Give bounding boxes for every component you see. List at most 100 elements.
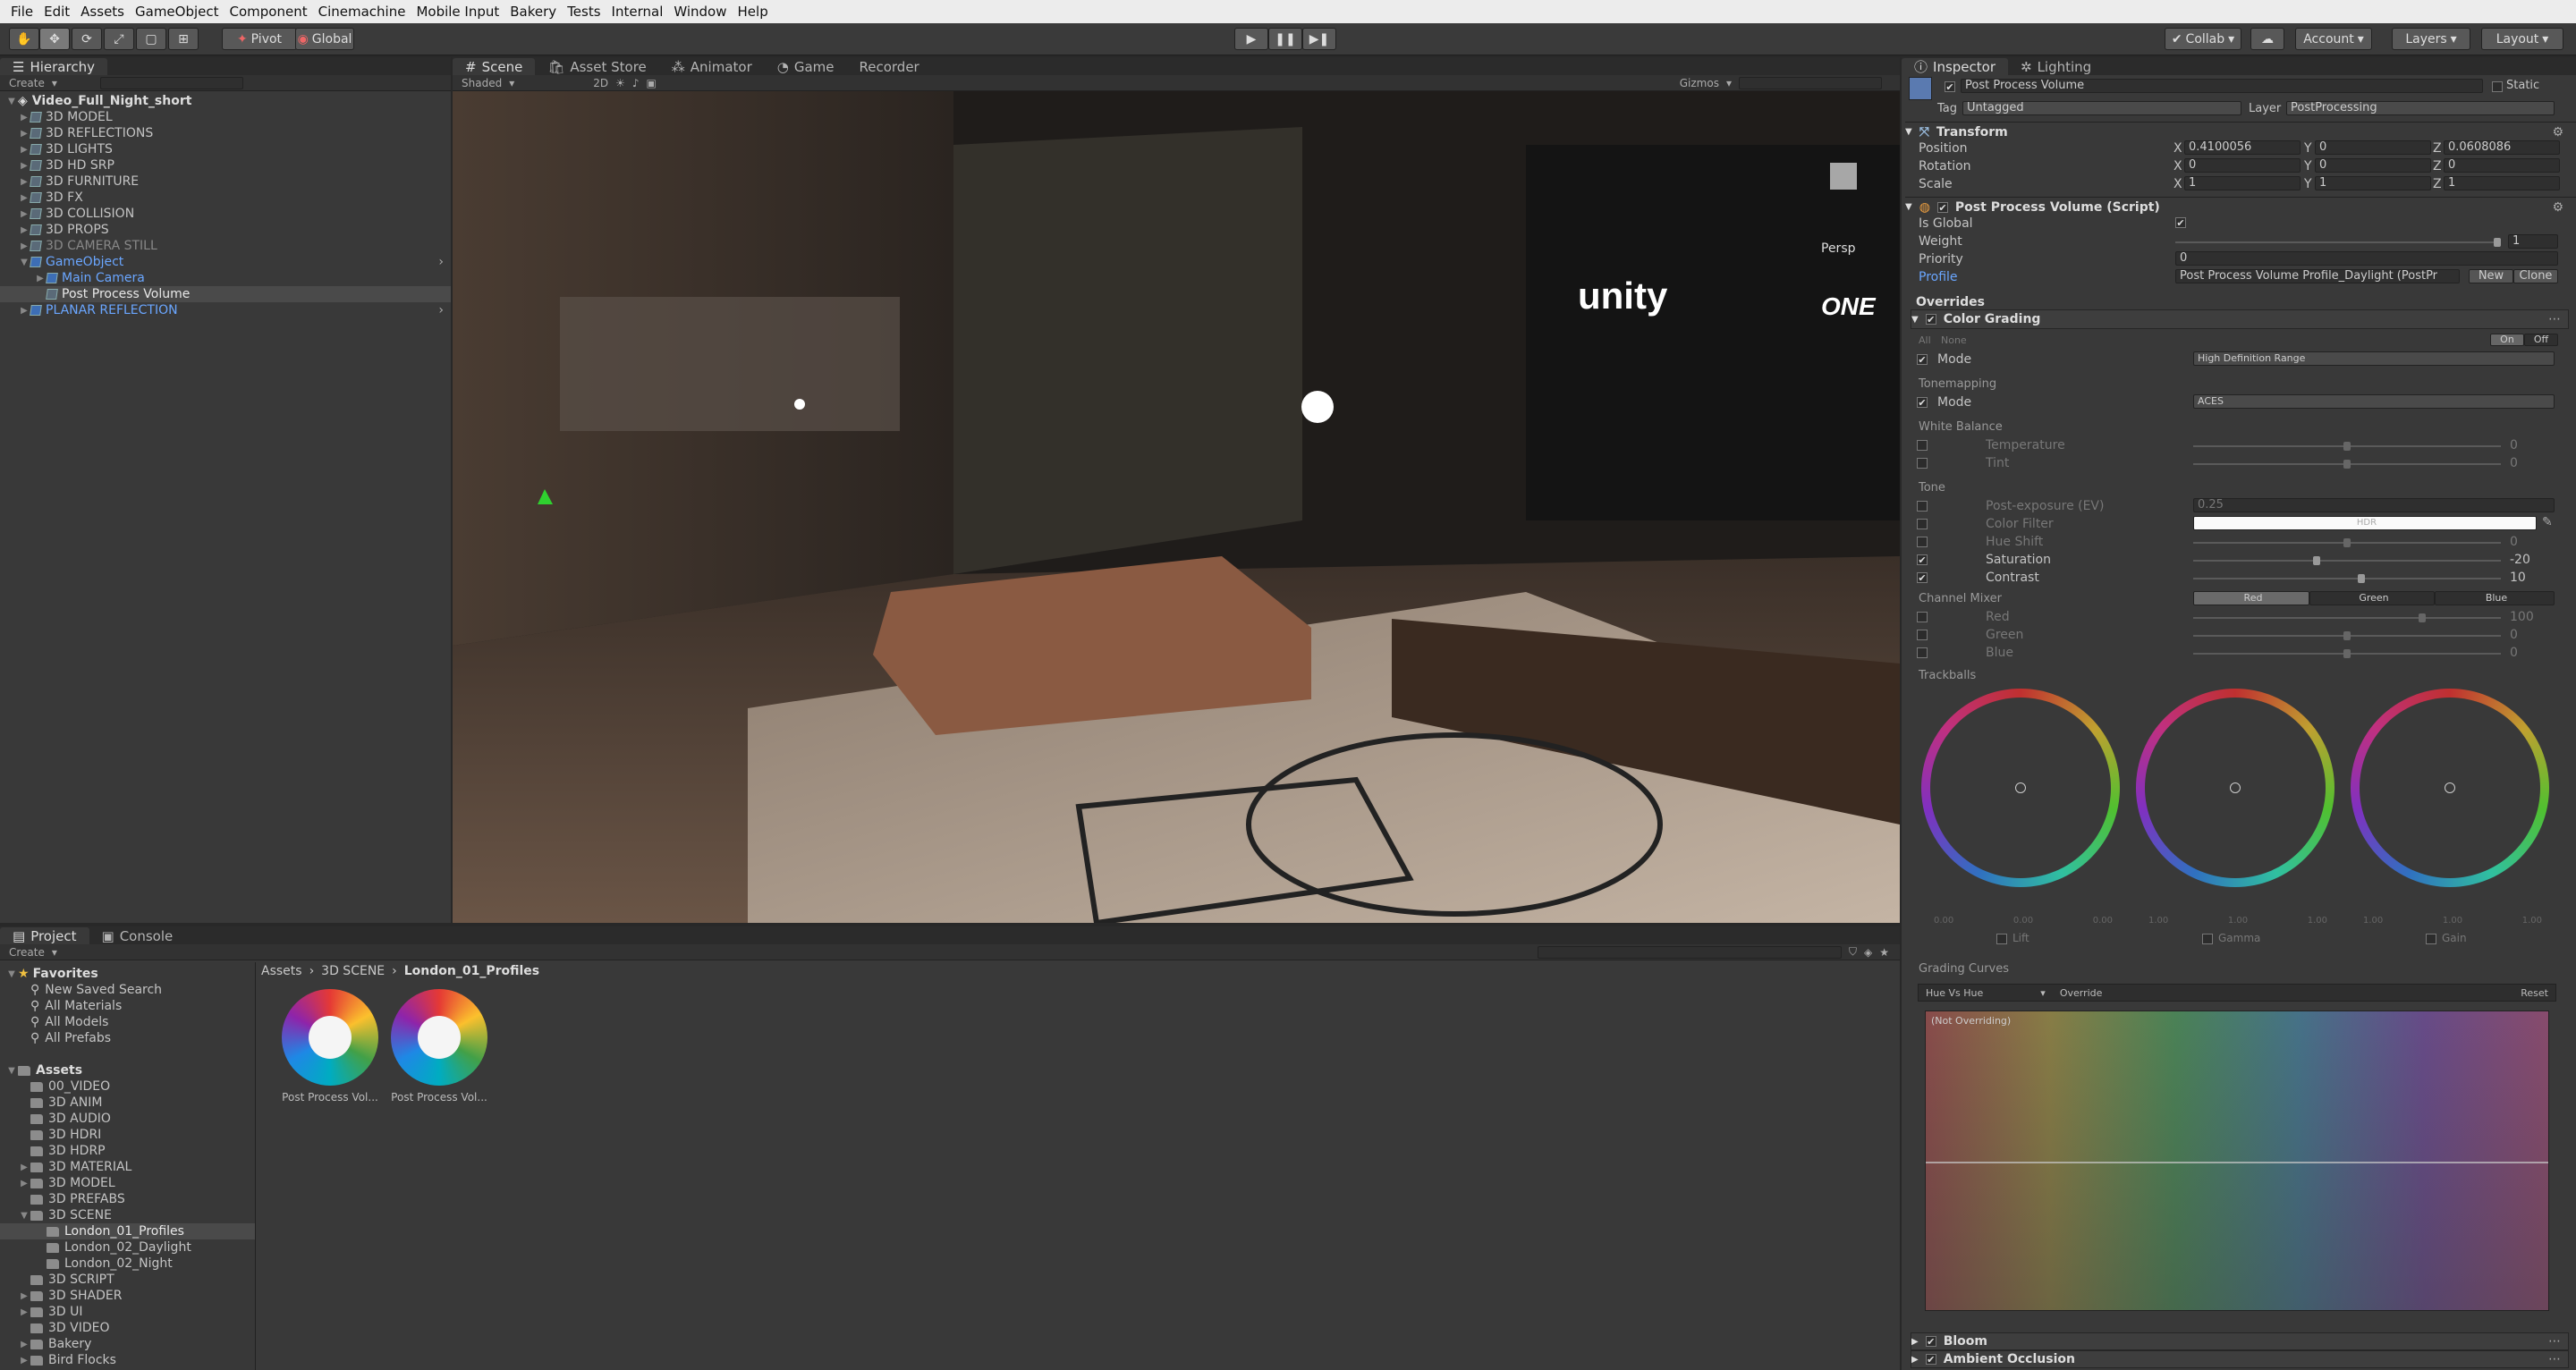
filter-label-icon[interactable]: ◈ — [1864, 946, 1872, 959]
folder-item[interactable]: ▶ Bird Flocks — [0, 1352, 255, 1368]
temperature-slider-knob[interactable] — [2343, 442, 2351, 451]
menu-component[interactable]: Component — [225, 4, 313, 20]
color-filter-override-checkbox[interactable] — [1917, 519, 1928, 529]
red-value[interactable]: 100 — [2510, 610, 2534, 624]
weight-slider-knob[interactable] — [2494, 238, 2501, 247]
favorites-row[interactable]: ▼ ★ Favorites — [0, 966, 255, 982]
curve-select-dropdown[interactable]: Hue Vs Hue — [1926, 987, 1983, 999]
hue-shift-slider-knob[interactable] — [2343, 538, 2351, 547]
audio-toggle-icon[interactable]: ♪ — [632, 77, 640, 89]
menu-help[interactable]: Help — [733, 4, 774, 20]
position-y-field[interactable]: 0 — [2315, 140, 2431, 155]
hierarchy-item[interactable]: ▶ 3D PROPS — [0, 222, 451, 238]
hierarchy-item[interactable]: ▶ 3D CAMERA STILL — [0, 238, 451, 254]
green-override-checkbox[interactable] — [1917, 630, 1928, 640]
saturation-slider[interactable] — [2193, 560, 2501, 562]
scale-y-field[interactable]: 1 — [2315, 176, 2431, 190]
curve-reset-button[interactable]: Reset — [2521, 987, 2548, 999]
menu-window[interactable]: Window — [668, 4, 732, 20]
red-override-checkbox[interactable] — [1917, 612, 1928, 622]
channel-green-tab[interactable]: Green — [2309, 591, 2435, 605]
pivot-toggle[interactable]: ✦ Pivot — [222, 28, 297, 50]
scene-viewport[interactable]: unity ONE Persp — [453, 91, 1900, 923]
blue-slider-knob[interactable] — [2343, 649, 2351, 658]
contrast-slider[interactable] — [2193, 578, 2501, 579]
menu-tests[interactable]: Tests — [562, 4, 606, 20]
temperature-value[interactable]: 0 — [2510, 438, 2518, 452]
scale-x-field[interactable]: 1 — [2184, 176, 2301, 190]
folder-item[interactable]: 00_VIDEO — [0, 1078, 255, 1095]
folder-item[interactable]: 3D VIDEO — [0, 1320, 255, 1336]
tab-asset-store[interactable]: 🛍 Asset Store — [535, 58, 658, 75]
curve-editor[interactable]: (Not Overriding) — [1925, 1011, 2549, 1311]
folder-item[interactable]: ▶ Bakery — [0, 1336, 255, 1352]
component-menu-icon[interactable]: ⚙ — [2552, 125, 2563, 140]
hierarchy-item-planar-reflection[interactable]: ▶ PLANAR REFLECTION › — [0, 302, 451, 318]
favorite-item[interactable]: ⚲ All Prefabs — [0, 1030, 255, 1046]
scene-gizmo-icon[interactable] — [1830, 163, 1857, 190]
hierarchy-item-main-camera[interactable]: ▶ Main Camera — [0, 270, 451, 286]
tag-dropdown[interactable]: Untagged — [1962, 101, 2241, 115]
weight-field[interactable]: 1 — [2508, 234, 2558, 249]
hierarchy-item[interactable]: ▶ 3D MODEL — [0, 109, 451, 125]
layout-dropdown[interactable]: Layout ▾ — [2481, 28, 2563, 50]
folder-item[interactable]: ▶ 3D MODEL — [0, 1175, 255, 1191]
tonemapping-mode-dropdown[interactable]: ACES — [2193, 394, 2555, 409]
folder-item[interactable]: London_02_Night — [0, 1256, 255, 1272]
gizmos-dropdown[interactable]: Gizmos — [1680, 77, 1719, 89]
position-x-field[interactable]: 0.4100056 — [2184, 140, 2301, 155]
menu-assets[interactable]: Assets — [75, 4, 130, 20]
gamma-override-checkbox[interactable] — [2202, 934, 2213, 944]
tab-animator[interactable]: ⁂ Animator — [659, 58, 765, 75]
bloom-checkbox[interactable]: ✔ — [1925, 1336, 1936, 1347]
rect-tool-button[interactable]: ▢ — [136, 28, 166, 50]
tab-lighting[interactable]: ✲ Lighting — [2008, 58, 2104, 75]
transform-tool-button[interactable]: ⊞ — [168, 28, 199, 50]
favorite-item[interactable]: ⚲ All Models — [0, 1014, 255, 1030]
ambient-occlusion-header[interactable]: ▶ ✔ Ambient Occlusion ⋯ — [1911, 1350, 2569, 1368]
folder-item[interactable]: ▶ 3D MATERIAL — [0, 1159, 255, 1175]
menu-cinemachine[interactable]: Cinemachine — [313, 4, 411, 20]
breadcrumb-item[interactable]: 3D SCENE — [321, 964, 385, 978]
tab-scene[interactable]: # Scene — [453, 58, 536, 75]
step-button[interactable]: ▶❚ — [1302, 28, 1336, 50]
on-toggle[interactable]: On — [2490, 334, 2524, 346]
saturation-override-checkbox[interactable]: ✔ — [1917, 554, 1928, 565]
ao-checkbox[interactable]: ✔ — [1925, 1354, 1936, 1365]
hierarchy-item[interactable]: ▶ 3D FURNITURE — [0, 173, 451, 190]
bloom-header[interactable]: ▶ ✔ Bloom ⋯ — [1911, 1332, 2569, 1350]
hierarchy-item[interactable]: ▶ 3D LIGHTS — [0, 141, 451, 157]
folder-item[interactable]: 3D PREFABS — [0, 1191, 255, 1207]
off-toggle[interactable]: Off — [2524, 334, 2558, 346]
post-exposure-field[interactable]: 0.25 — [2193, 498, 2555, 512]
filter-type-icon[interactable]: ⛉ — [1849, 945, 1857, 959]
menu-bakery[interactable]: Bakery — [504, 4, 562, 20]
temperature-override-checkbox[interactable] — [1917, 440, 1928, 451]
contrast-override-checkbox[interactable]: ✔ — [1917, 572, 1928, 583]
hue-shift-value[interactable]: 0 — [2510, 535, 2518, 549]
folder-item[interactable]: 3D ANIM — [0, 1095, 255, 1111]
scene-search-input[interactable] — [1739, 76, 1882, 89]
hierarchy-item-gameobject[interactable]: ▼ GameObject › — [0, 254, 451, 270]
menu-internal[interactable]: Internal — [606, 4, 669, 20]
layer-dropdown[interactable]: PostProcessing — [2286, 101, 2555, 115]
color-grading-header[interactable]: ▼ ✔ Color Grading ⋯ — [1911, 309, 2569, 329]
saturation-value[interactable]: -20 — [2510, 553, 2530, 567]
more-menu-icon[interactable]: ⋯ — [2548, 1352, 2561, 1366]
hierarchy-item[interactable]: ▶ 3D FX — [0, 190, 451, 206]
component-menu-icon[interactable]: ⚙ — [2552, 200, 2563, 215]
menu-gameobject[interactable]: GameObject — [130, 4, 225, 20]
saturation-slider-knob[interactable] — [2313, 556, 2320, 565]
scale-tool-button[interactable]: ⤢ — [104, 28, 134, 50]
hierarchy-item[interactable]: ▶ 3D COLLISION — [0, 206, 451, 222]
green-slider-knob[interactable] — [2343, 631, 2351, 640]
blue-value[interactable]: 0 — [2510, 646, 2518, 660]
static-checkbox[interactable] — [2492, 81, 2503, 92]
gain-wheel[interactable] — [2351, 689, 2549, 887]
folder-item[interactable]: London_02_Daylight — [0, 1239, 255, 1256]
contrast-slider-knob[interactable] — [2358, 574, 2365, 583]
mode-override-checkbox[interactable]: ✔ — [1917, 354, 1928, 365]
profile-new-button[interactable]: New — [2469, 269, 2513, 283]
favorite-item[interactable]: ⚲ New Saved Search — [0, 982, 255, 998]
hierarchy-search-input[interactable] — [99, 76, 243, 89]
